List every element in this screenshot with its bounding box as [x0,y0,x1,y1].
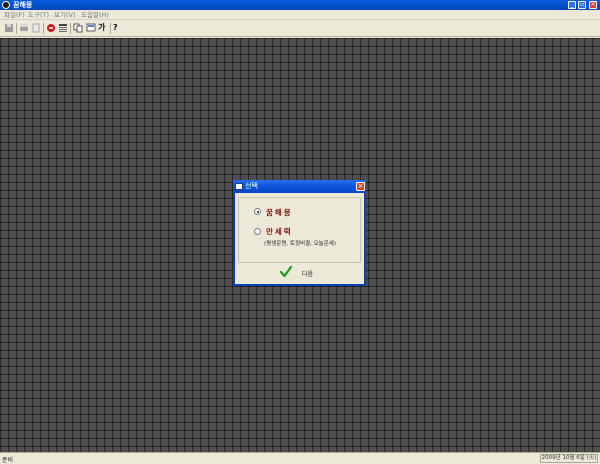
dialog-icon [235,183,243,190]
status-bar: 준비 2009년 10월 6일 (火) [0,452,600,464]
option-dream-label[interactable]: 꿈해몽 [266,207,293,218]
menu-tools[interactable]: 도구(T) [28,11,49,19]
dialog-title: 선택 [245,182,258,190]
dialog-close-icon[interactable]: × [356,182,365,191]
toolbar: 가 ? [0,20,600,37]
print-icon[interactable] [19,23,29,33]
radio-calendar[interactable] [254,228,261,235]
option-calendar-desc: (평생운명, 토정비결, 오늘운세) [264,241,337,247]
minimize-button[interactable]: _ [568,1,576,9]
menu-file[interactable]: 파일(F) [4,11,25,19]
title-bar: 꿈해몽 _ ▫ × [0,0,600,10]
select-dialog: 선택 × 꿈해몽 만세력 (평생운명, 토정비결, 오늘운세) 다음 [233,180,366,286]
list-icon[interactable] [58,23,68,33]
status-text: 준비 [2,457,14,464]
copy-icon[interactable] [73,23,83,33]
option-group: 꿈해몽 만세력 (평생운명, 토정비결, 오늘운세) [238,197,361,263]
menu-help[interactable]: 도움말(H) [81,11,109,19]
help-icon[interactable]: ? [113,23,123,33]
preview-icon[interactable] [31,23,41,33]
menu-bar: 파일(F) 도구(T) 보기(V) 도움말(H) [0,10,600,20]
app-icon[interactable] [2,1,10,9]
font-icon[interactable]: 가 [98,23,108,33]
menu-view[interactable]: 보기(V) [54,11,75,19]
window-title: 꿈해몽 [13,1,33,9]
option-calendar-label[interactable]: 만세력 [266,226,293,237]
dialog-title-bar[interactable]: 선택 × [233,180,366,193]
stop-icon[interactable] [46,23,56,33]
maximize-button[interactable]: ▫ [578,1,586,9]
save-icon[interactable] [4,23,14,33]
close-button[interactable]: × [589,1,597,9]
screen-icon[interactable] [86,23,96,33]
next-button[interactable]: 다음 [280,266,320,279]
check-icon [280,266,292,278]
status-date: 2009년 10월 6일 (火) [540,454,598,463]
radio-dream[interactable] [254,208,261,215]
next-label: 다음 [302,271,314,278]
